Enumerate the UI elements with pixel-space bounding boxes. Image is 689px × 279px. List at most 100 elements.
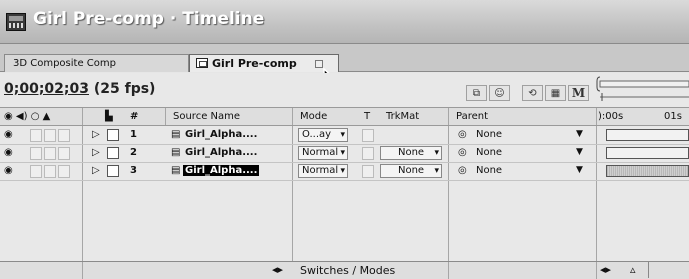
toolbar-buttons: ⧉ ☺ ⟲ ▦ M [466,85,589,103]
time-navigator[interactable] [596,73,689,107]
zoom-out-icon[interactable]: ▵ [630,263,636,276]
column-divider [82,262,83,279]
preserve-transparency-header[interactable]: T [364,111,370,122]
eye-icon[interactable]: ◉ [4,147,13,158]
layer-list: ◉ ▷ 1 ▤ Girl_Alpha.... O...ay ◎ None ▼ ◉… [0,126,689,261]
trkmat-value: None [398,165,425,176]
window-title: Girl Pre-comp · Timeline [33,9,265,29]
tab-bar: 3D Composite Comp Girl Pre-comp [0,44,689,72]
parent-dropdown[interactable]: None [476,165,502,176]
time-ruler-zero: ):00s [598,111,624,122]
footage-icon: ▤ [171,165,181,176]
tab-girl-pre-comp[interactable]: Girl Pre-comp [189,54,339,72]
layer-row[interactable]: ◉ ▷ 3 ▤ Girl_Alpha.... Normal None ◎ Non… [0,163,689,180]
eye-icon[interactable]: ◉ [4,111,13,122]
shy-layers-icon[interactable]: ☺ [489,85,510,101]
timecode-display[interactable]: 0;00;02;03 (25 fps) [4,81,155,97]
preserve-transparency-switch[interactable] [362,147,374,160]
current-time[interactable]: 0;00;02;03 [4,81,89,97]
av-features-header: ◉ ◀) ○ ▲ [4,111,50,122]
eye-icon[interactable]: ◉ [4,165,13,176]
mode-dropdown[interactable]: Normal [298,164,348,178]
layer-name[interactable]: Girl_Alpha.... [185,147,257,158]
chevron-down-icon[interactable]: ▼ [576,147,583,157]
pickwhip-icon[interactable]: ◎ [458,165,467,176]
switches-modes-toggle[interactable]: Switches / Modes [300,264,395,277]
lock-icon[interactable]: ▲ [43,111,51,122]
trkmat-value: None [398,147,425,158]
column-divider [448,108,449,125]
label-color-box[interactable] [107,165,119,177]
solo-switch[interactable] [44,147,56,160]
column-divider [165,108,166,125]
source-name-header[interactable]: Source Name [173,111,240,122]
mode-value: Normal [302,165,339,176]
column-divider [292,108,293,125]
time-ruler-one: 01s [664,111,682,122]
pickwhip-icon[interactable]: ◎ [458,129,467,140]
column-divider [596,262,597,279]
solo-switch[interactable] [44,165,56,178]
solo-switch[interactable] [44,129,56,142]
mode-value: Normal [302,147,339,158]
parent-dropdown[interactable]: None [476,147,502,158]
layer-name[interactable]: Girl_Alpha.... [185,129,257,140]
label-icon[interactable]: ▙ [105,111,113,122]
audio-switch[interactable] [30,129,42,142]
label-color-box[interactable] [107,129,119,141]
chevron-down-icon[interactable]: ▼ [576,129,583,139]
speaker-icon[interactable]: ◀) [16,111,28,122]
preserve-transparency-switch[interactable] [362,129,374,142]
parent-dropdown[interactable]: None [476,129,502,140]
chevron-down-icon[interactable]: ▼ [576,165,583,175]
expand-triangle-icon[interactable]: ▷ [92,165,100,176]
track-matte-header[interactable]: TrkMat [386,111,419,122]
column-divider [82,108,83,125]
preserve-transparency-switch[interactable] [362,165,374,178]
expand-collapse-icon[interactable]: ◂▸ [272,263,283,276]
expand-triangle-icon[interactable]: ▷ [92,129,100,140]
audio-switch[interactable] [30,147,42,160]
lock-switch[interactable] [58,129,70,142]
layer-number: 2 [130,147,137,158]
layer-row[interactable]: ◉ ▷ 1 ▤ Girl_Alpha.... O...ay ◎ None ▼ [0,127,689,144]
layer-name-selected[interactable]: Girl_Alpha.... [183,165,260,176]
pickwhip-icon[interactable]: ◎ [458,147,467,158]
timeline-toolbar: 0;00;02;03 (25 fps) ⧉ ☺ ⟲ ▦ M [0,73,689,107]
layer-row[interactable]: ◉ ▷ 2 ▤ Girl_Alpha.... Normal None ◎ Non… [0,145,689,162]
bottom-bar: ◂▸ Switches / Modes ◂▸ ▵ [0,261,689,279]
footage-icon: ▤ [171,147,181,158]
motion-blur-icon[interactable]: ▦ [545,85,566,101]
lock-switch[interactable] [58,165,70,178]
mode-dropdown[interactable]: Normal [298,146,348,160]
mode-dropdown[interactable]: O...ay [298,128,348,142]
layer-duration-bar-selected[interactable] [606,165,689,177]
layer-duration-bar[interactable] [606,147,689,159]
marker-button[interactable]: M [568,85,589,101]
audio-switch[interactable] [30,165,42,178]
frame-rate: (25 fps) [93,81,156,97]
trkmat-dropdown[interactable]: None [380,164,442,178]
tab-3d-composite-comp[interactable]: 3D Composite Comp [4,54,189,72]
solo-icon[interactable]: ○ [31,111,40,122]
zoom-slider[interactable] [648,262,689,278]
parent-header[interactable]: Parent [456,111,488,122]
tab-label: 3D Composite Comp [13,58,116,69]
layer-number: 3 [130,165,137,176]
column-divider [448,262,449,279]
comp-flowchart-icon[interactable]: ⧉ [466,85,487,101]
lock-switch[interactable] [58,147,70,160]
composition-icon [196,58,208,68]
eye-icon[interactable]: ◉ [4,129,13,140]
trkmat-dropdown[interactable]: None [380,146,442,160]
footage-icon: ▤ [171,129,181,140]
column-divider [596,108,597,125]
frame-blending-icon[interactable]: ⟲ [522,85,543,101]
mode-header[interactable]: Mode [300,111,327,122]
expand-triangle-icon[interactable]: ▷ [92,147,100,158]
layer-column-header: ◉ ◀) ○ ▲ ▙ # Source Name Mode T TrkMat P… [0,107,689,126]
row-divider [0,180,689,181]
nav-icon[interactable]: ◂▸ [600,263,611,276]
label-color-box[interactable] [107,147,119,159]
layer-duration-bar[interactable] [606,129,689,141]
